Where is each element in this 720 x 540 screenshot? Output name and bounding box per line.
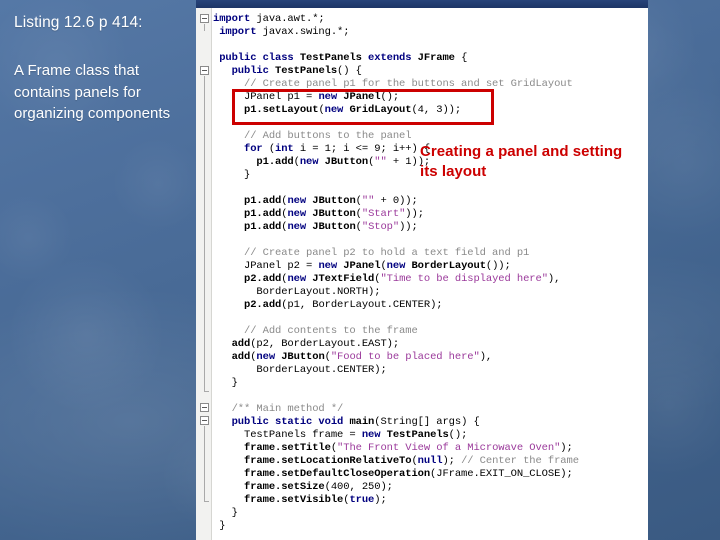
code-text-area[interactable]: import java.awt.*; import javax.swing.*;…: [213, 8, 648, 540]
code-line: // Create panel p1 for the buttons and s…: [244, 78, 573, 90]
code-line: p2.add(new JTextField("Time to be displa…: [244, 273, 561, 285]
code-line: frame.setDefaultCloseOperation(JFrame.EX…: [244, 468, 573, 480]
code-line: frame.setSize(400, 250);: [244, 481, 393, 493]
code-line: /** Main method */: [231, 403, 344, 415]
slide-canvas: Listing 12.6 p 414: A Frame class that c…: [0, 0, 720, 540]
fold-marker-imports[interactable]: [200, 14, 209, 23]
code-line: add(p2, BorderLayout.EAST);: [231, 338, 400, 350]
code-line: frame.setVisible(true);: [244, 494, 387, 506]
code-line: // Create panel p2 to hold a text field …: [244, 247, 530, 259]
listing-description: A Frame class that contains panels for o…: [14, 62, 171, 122]
annotation-callout: Creating a panel and setting its layout: [420, 143, 623, 180]
code-line: TestPanels frame = new TestPanels();: [244, 429, 468, 441]
code-line: p2.add(p1, BorderLayout.CENTER);: [244, 299, 443, 311]
page-title: Listing 12.6 p 414:: [14, 14, 143, 31]
left-text-column: Listing 12.6 p 414: A Frame class that c…: [0, 0, 190, 540]
code-line: import java.awt.*;: [213, 13, 325, 25]
code-line: BorderLayout.NORTH);: [256, 286, 381, 298]
fold-marker-constructor[interactable]: [200, 66, 209, 75]
code-line: public TestPanels() {: [231, 65, 362, 77]
fold-line-main: [204, 426, 209, 502]
code-line: import javax.swing.*;: [219, 26, 350, 38]
code-line: p1.setLayout(new GridLayout(4, 3));: [244, 104, 462, 116]
code-line: p1.add(new JButton("Stop"));: [244, 221, 418, 233]
code-line: add(new JButton("Food to be placed here"…: [231, 351, 493, 363]
code-line: JPanel p2 = new JPanel(new BorderLayout(…: [244, 260, 511, 272]
code-line: }: [213, 520, 226, 532]
code-line: p1.add(new JButton("" + 0));: [244, 195, 418, 207]
code-line: frame.setTitle("The Front View of a Micr…: [244, 442, 573, 454]
code-editor-panel: import java.awt.*; import javax.swing.*;…: [196, 0, 648, 540]
code-line: frame.setLocationRelativeTo(null); // Ce…: [244, 455, 579, 467]
code-line: }: [213, 377, 238, 389]
code-line: }: [213, 507, 238, 519]
code-line: BorderLayout.CENTER);: [256, 364, 387, 376]
code-line: // Add contents to the frame: [244, 325, 418, 337]
code-line: public class TestPanels extends JFrame {: [219, 52, 468, 64]
code-line: public static void main(String[] args) {: [231, 416, 480, 428]
fold-marker-main-comment[interactable]: [200, 403, 209, 412]
fold-line-constructor: [204, 76, 209, 392]
fold-line-imports: [204, 24, 205, 31]
fold-marker-main-method[interactable]: [200, 416, 209, 425]
code-line: JPanel p1 = new JPanel();: [244, 91, 400, 103]
editor-titlebar: [196, 0, 648, 8]
code-line: p1.add(new JButton("Start"));: [244, 208, 424, 220]
